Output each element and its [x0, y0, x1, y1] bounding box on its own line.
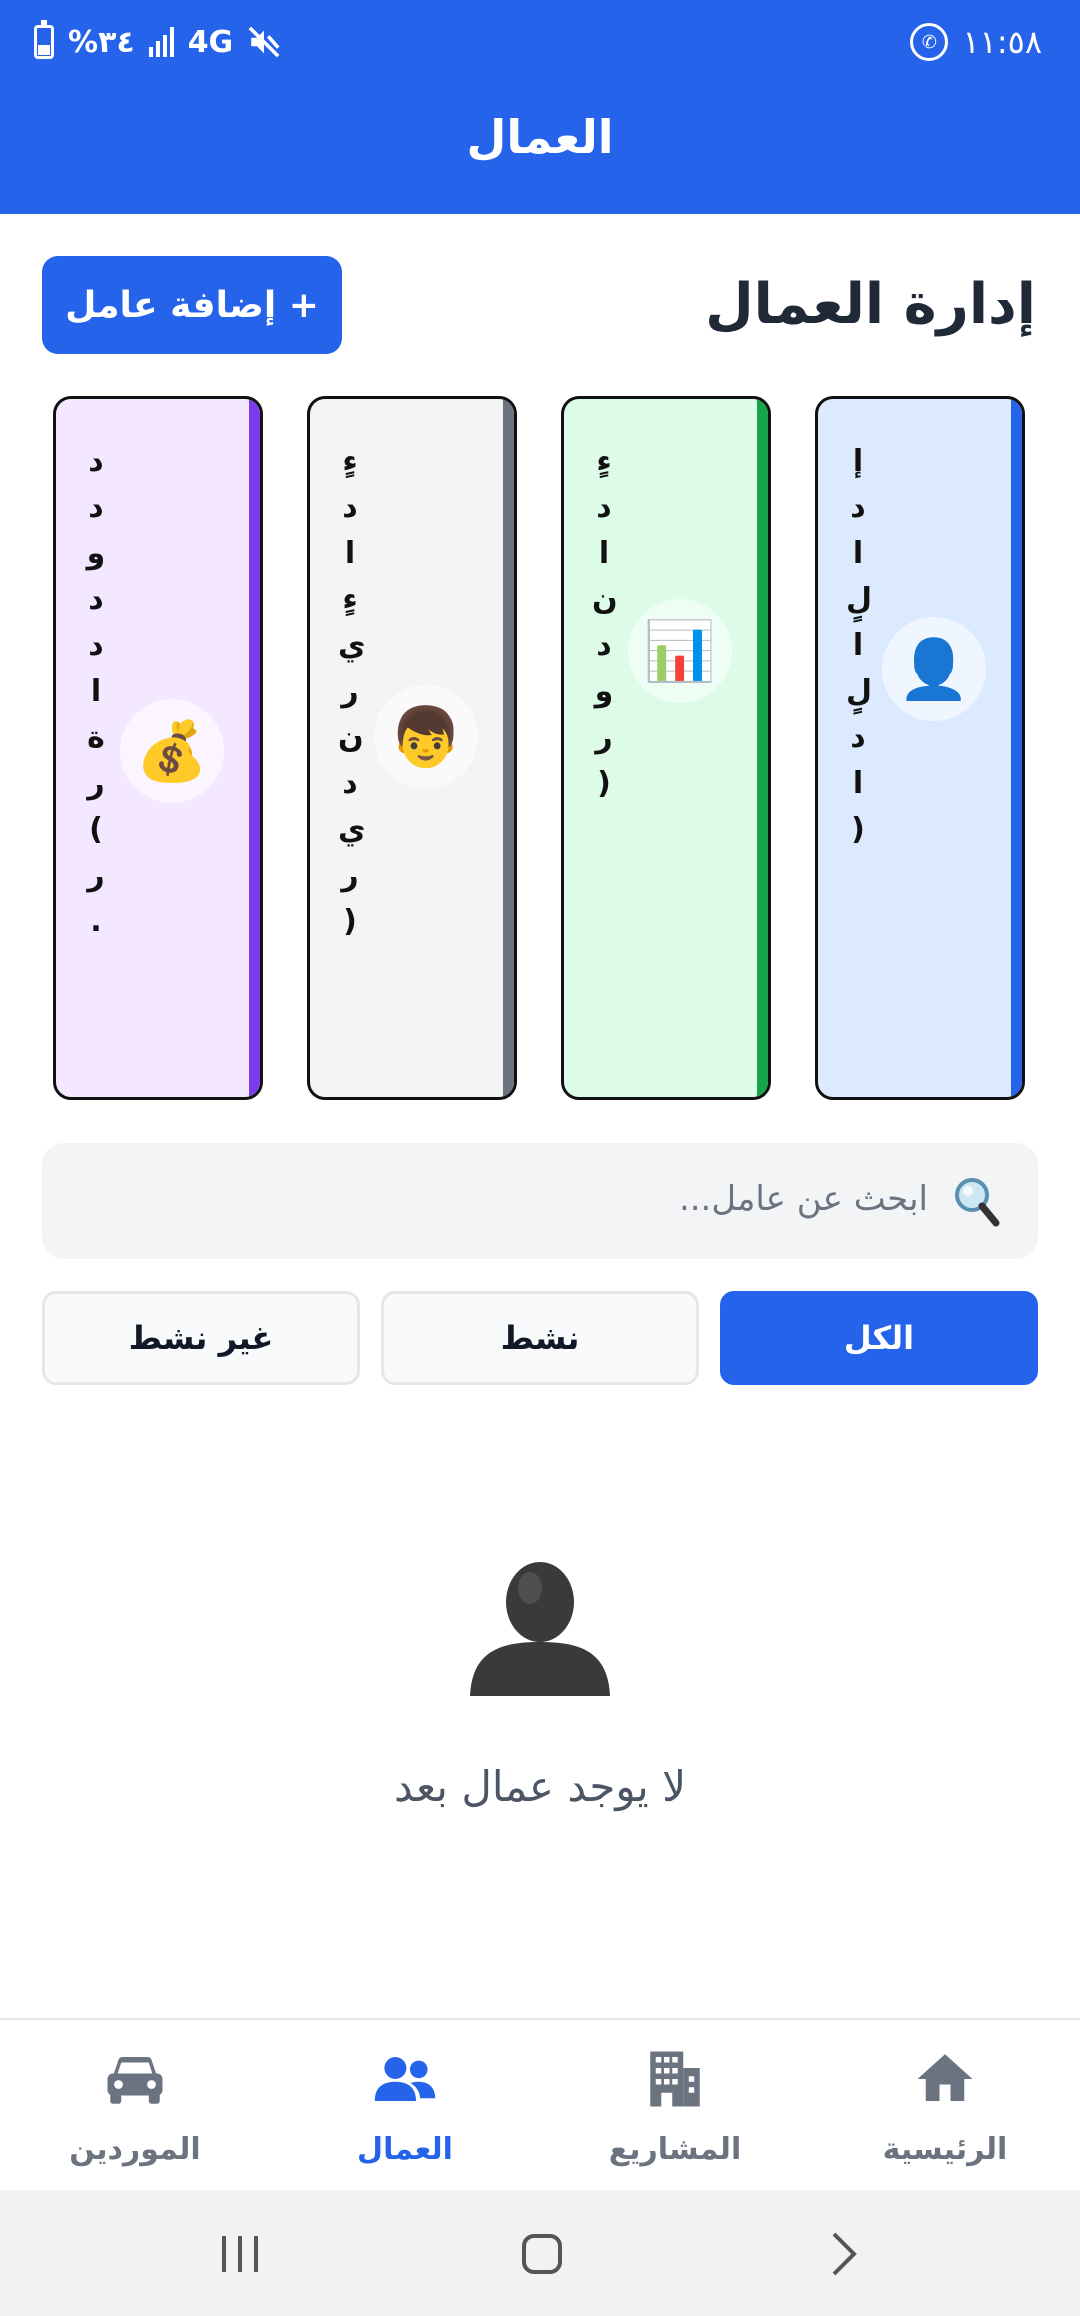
stat-card-label: إ د ا لٍ ا لٍ د ا )	[846, 444, 893, 847]
magnifier-icon	[955, 1178, 1000, 1227]
card-icon-glyph: 👤	[897, 634, 971, 703]
card-accent-bar	[1011, 399, 1022, 1097]
empty-user-icon	[470, 1562, 610, 1696]
filter-active[interactable]: نشط	[381, 1291, 699, 1385]
status-left: %٣٤ 4G	[34, 20, 281, 64]
money-bag-icon: 💰	[120, 699, 224, 803]
nav-item-suppliers[interactable]: الموردين	[0, 2020, 270, 2192]
status-time: ١١:٥٨	[962, 23, 1042, 61]
building-icon	[650, 2051, 700, 2107]
stat-card-label: ءٍ د ا ءٍ ي ر ن د ي ر )	[338, 444, 380, 939]
search-input[interactable]: ابحث عن عامل...	[42, 1143, 1038, 1259]
bar-chart-icon: 📊	[628, 599, 732, 703]
stat-card-total: 👤 إ د ا لٍ ا لٍ د ا )	[815, 396, 1025, 1100]
card-icon-glyph: 💰	[135, 716, 209, 785]
stat-card-inactive: 👦 ءٍ د ا ءٍ ي ر ن د ي ر )	[307, 396, 517, 1100]
card-icon-glyph: 📊	[643, 616, 717, 685]
stat-card-active: 📊 ءٍ د ا ن د و ر )	[561, 396, 771, 1100]
filter-all[interactable]: الكل	[720, 1291, 1038, 1385]
battery-icon	[34, 20, 54, 59]
status-bar: %٣٤ 4G ✆ ١١:٥٨	[0, 0, 1080, 84]
status-right: ✆ ١١:٥٨	[910, 20, 1042, 64]
nav-item-projects[interactable]: المشاريع	[540, 2020, 810, 2192]
add-worker-button[interactable]: + إضافة عامل	[42, 256, 342, 354]
system-navigation-bar	[0, 2190, 1080, 2316]
app-bar: %٣٤ 4G ✆ ١١:٥٨ العمال	[0, 0, 1080, 214]
card-accent-bar	[249, 399, 260, 1097]
users-icon	[374, 2057, 436, 2101]
stat-card-label: ءٍ د ا ن د و ر )	[592, 444, 631, 801]
card-accent-bar	[757, 399, 768, 1097]
bust-in-silhouette-icon: 👤	[882, 617, 986, 721]
whatsapp-icon: ✆	[910, 23, 949, 61]
home-icon	[917, 2054, 973, 2101]
nav-label: الرئيسية	[882, 2132, 1008, 2167]
signal-icon	[148, 27, 174, 57]
bottom-navigation: الرئيسية المشاريع العمال الموردين	[0, 2018, 1080, 2190]
home-button-icon[interactable]	[518, 2230, 566, 2278]
card-icon-glyph: 👦	[389, 702, 463, 771]
page-title: إدارة العمال	[705, 272, 1036, 337]
man-face-icon: 👦	[374, 685, 478, 789]
nav-label: العمال	[357, 2132, 453, 2167]
battery-percent: %٣٤	[68, 24, 135, 60]
search-placeholder: ابحث عن عامل...	[678, 1179, 928, 1219]
stat-card-label: د د و د د ا ة ر ) ر .	[86, 444, 125, 939]
card-accent-bar	[503, 399, 514, 1097]
empty-state-message: لا يوجد عمال بعد	[393, 1762, 687, 1811]
network-type: 4G	[187, 24, 234, 60]
app-bar-title: العمال	[466, 110, 614, 164]
nav-item-home[interactable]: الرئيسية	[810, 2020, 1080, 2192]
nav-label: الموردين	[69, 2132, 201, 2167]
back-icon[interactable]	[820, 2230, 868, 2278]
stat-card-wages: 💰 د د و د د ا ة ر ) ر .	[53, 396, 263, 1100]
car-icon	[107, 2057, 163, 2104]
nav-label: المشاريع	[608, 2132, 742, 2167]
recent-apps-icon[interactable]	[216, 2230, 264, 2278]
filter-inactive[interactable]: غير نشط	[42, 1291, 360, 1385]
nav-item-workers[interactable]: العمال	[270, 2020, 540, 2192]
mute-icon	[248, 26, 280, 58]
